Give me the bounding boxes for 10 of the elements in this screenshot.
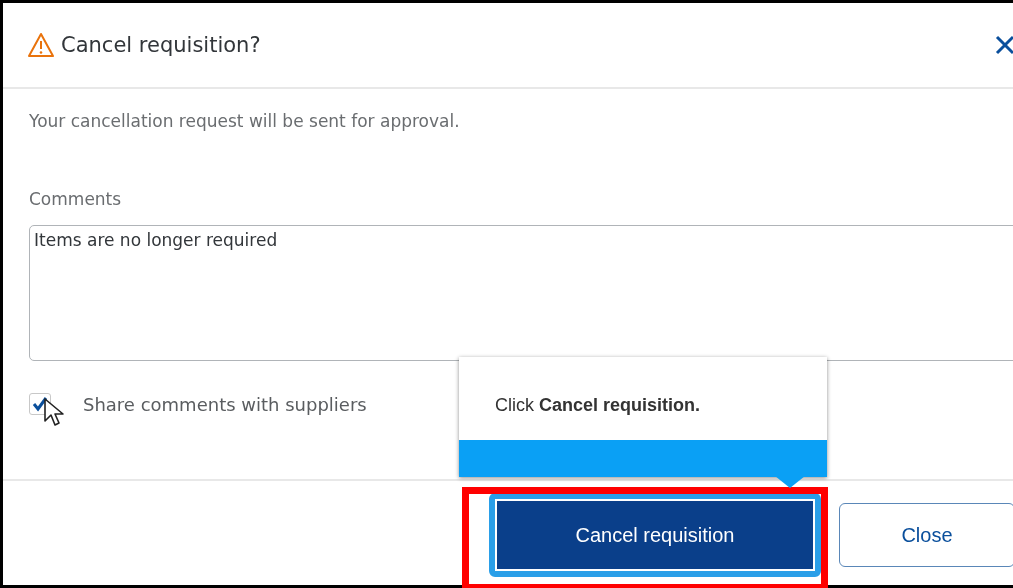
cancel-requisition-button[interactable]: Cancel requisition [489,493,821,577]
dialog-title: Cancel requisition? [61,33,261,57]
warning-icon [27,32,55,58]
comments-field[interactable]: Items are no longer required [29,225,1013,361]
close-button[interactable]: Close [839,503,1013,567]
checkbox-label: Share comments with suppliers [83,393,367,415]
dialog-message: Your cancellation request will be sent for approval. [29,111,461,131]
cursor-icon [43,397,67,429]
comments-label: Comments [29,189,123,209]
tooltip-text: Click Cancel requisition. [494,394,702,417]
